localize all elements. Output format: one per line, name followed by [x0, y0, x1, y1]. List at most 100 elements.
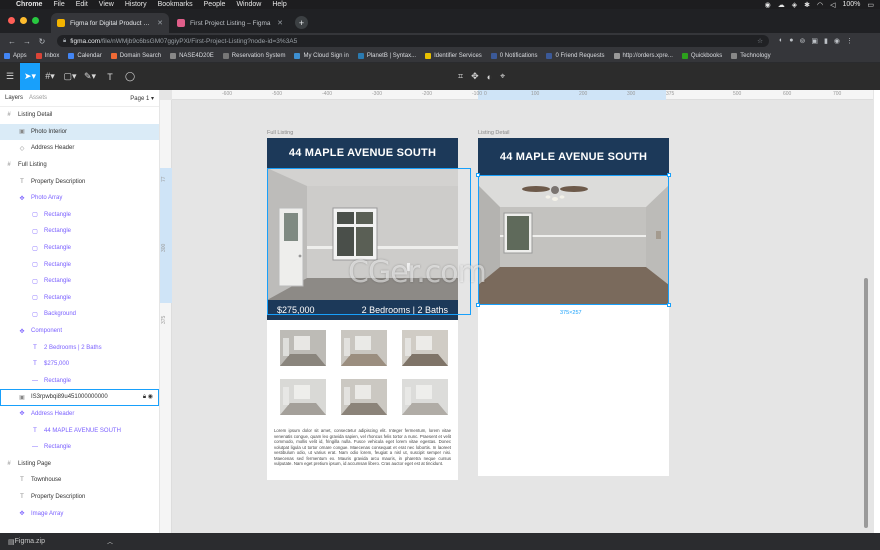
- layer-item[interactable]: ▢ Rectangle: [0, 207, 159, 224]
- bookmark-item[interactable]: Quickbooks: [681, 52, 722, 59]
- battery-percent[interactable]: 100%: [842, 1, 860, 8]
- mask-icon[interactable]: ◐: [487, 72, 492, 82]
- back-arrow-icon[interactable]: ←: [6, 37, 18, 46]
- menu-app-name[interactable]: Chrome: [16, 1, 42, 8]
- menu-file[interactable]: File: [53, 1, 64, 8]
- layer-item[interactable]: T Property Description: [0, 173, 159, 190]
- bookmark-item[interactable]: Inbox: [35, 52, 59, 59]
- tab-close-icon[interactable]: ✕: [157, 19, 163, 27]
- frame-selection-icon[interactable]: ⌗: [458, 71, 463, 82]
- layer-item[interactable]: ▢ Rectangle: [0, 290, 159, 307]
- beds-baths-text[interactable]: 2 Bedrooms | 2 Baths: [362, 305, 448, 315]
- property-description[interactable]: Lorem ipsum dolor sit amet, consectetur …: [274, 428, 451, 467]
- layer-item[interactable]: ▣ Photo Interior: [0, 123, 159, 141]
- extension-icon[interactable]: ▮: [824, 37, 828, 45]
- bookmark-item[interactable]: 0 Friend Requests: [546, 52, 605, 59]
- frame-full-listing[interactable]: 44 MAPLE AVENUE SOUTH $275,000 2 Bedroom…: [267, 138, 458, 480]
- layer-item[interactable]: T Property Description: [0, 489, 159, 506]
- layer-item[interactable]: ▢ Rectangle: [0, 273, 159, 290]
- tab-figma-course[interactable]: Figma for Digital Product Desig ✕: [51, 13, 169, 33]
- menu-people[interactable]: People: [204, 1, 226, 8]
- resize-handle[interactable]: [667, 303, 671, 307]
- tab-assets[interactable]: Assets: [29, 95, 47, 101]
- minimize-window-icon[interactable]: [20, 17, 27, 24]
- battery-icon[interactable]: ▭: [867, 1, 874, 9]
- layer-item[interactable]: T Townhouse: [0, 472, 159, 489]
- chevron-up-icon[interactable]: ︿: [107, 537, 113, 546]
- layer-item[interactable]: # Listing Page: [0, 455, 159, 472]
- photo-interior[interactable]: [478, 175, 669, 305]
- layer-item[interactable]: ▢ Rectangle: [0, 223, 159, 240]
- volume-icon[interactable]: ◁: [830, 1, 835, 9]
- design-canvas[interactable]: -600 -500 -400 -300 -200 -100 0 100 200 300 375 500…: [160, 90, 873, 533]
- bookmark-item[interactable]: PlanetB | Syntax...: [357, 52, 416, 59]
- menu-edit[interactable]: Edit: [76, 1, 88, 8]
- layer-item[interactable]: ▣ IS3rpwbqi89u451000000000 🔒︎ ◉: [0, 389, 159, 406]
- comment-tool-icon[interactable]: ◯: [120, 63, 140, 90]
- more-menu-icon[interactable]: ⋮: [846, 37, 853, 45]
- layer-item[interactable]: ▢ Rectangle: [0, 256, 159, 273]
- address-header[interactable]: 44 MAPLE AVENUE SOUTH: [267, 138, 458, 168]
- address-header[interactable]: 44 MAPLE AVENUE SOUTH: [478, 138, 669, 175]
- photo-thumbnail[interactable]: [341, 330, 387, 366]
- forward-arrow-icon[interactable]: →: [21, 37, 33, 46]
- close-window-icon[interactable]: [8, 17, 15, 24]
- layer-item[interactable]: ✥ Photo Array: [0, 190, 159, 207]
- bookmark-item[interactable]: http://orders.xpre...: [613, 52, 673, 59]
- url-input[interactable]: 🔒︎ figma.com /file/nWMjb9c6bsGM07ggiyPXl…: [57, 35, 769, 47]
- menu-history[interactable]: History: [125, 1, 147, 8]
- bookmark-item[interactable]: Apps: [4, 52, 27, 59]
- bookmark-item[interactable]: Identifier Services: [425, 52, 482, 59]
- tab-layers[interactable]: Layers: [5, 95, 23, 101]
- tab-first-project-listing[interactable]: First Project Listing – Figma ✕: [171, 13, 289, 33]
- lock-visibility-icon[interactable]: 🔒︎ ◉: [143, 393, 153, 401]
- extension-icon[interactable]: ●: [789, 37, 793, 45]
- text-tool-icon[interactable]: T: [100, 63, 120, 90]
- bookmark-item[interactable]: Technology: [731, 52, 771, 59]
- extension-icon[interactable]: ⊚: [799, 37, 805, 45]
- layer-item[interactable]: T 44 MAPLE AVENUE SOUTH: [0, 422, 159, 439]
- bluetooth-icon[interactable]: ✱: [804, 1, 810, 9]
- layer-item[interactable]: ✥ Address Header: [0, 406, 159, 423]
- dropbox-icon[interactable]: ◈: [792, 1, 797, 9]
- bookmark-item[interactable]: Calendar: [68, 52, 102, 59]
- menu-view[interactable]: View: [99, 1, 114, 8]
- extension-icon[interactable]: ◐: [779, 37, 783, 45]
- resize-handle[interactable]: [667, 173, 671, 177]
- download-file-icon[interactable]: ▤: [8, 538, 15, 546]
- shape-tool-icon[interactable]: ▢▾: [60, 63, 80, 90]
- frame-label-listing-detail[interactable]: Listing Detail: [478, 130, 510, 136]
- download-file-name[interactable]: Figma.zip: [15, 538, 45, 545]
- reload-icon[interactable]: ↻: [36, 37, 48, 46]
- photo-thumbnail[interactable]: [402, 330, 448, 366]
- bookmark-item[interactable]: NASE4D20E: [170, 52, 214, 59]
- menu-bookmarks[interactable]: Bookmarks: [158, 1, 193, 8]
- frame-listing-detail[interactable]: 44 MAPLE AVENUE SOUTH 375×257: [478, 138, 669, 476]
- frame-label-full-listing[interactable]: Full Listing: [267, 130, 293, 136]
- bookmark-star-icon[interactable]: ☆: [757, 37, 763, 45]
- photo-thumbnail[interactable]: [280, 330, 326, 366]
- crop-icon[interactable]: ⌖: [500, 71, 505, 82]
- price-bar[interactable]: $275,000 2 Bedrooms | 2 Baths: [267, 300, 458, 320]
- layer-item[interactable]: — Rectangle: [0, 373, 159, 390]
- component-icon[interactable]: ✥: [471, 71, 479, 82]
- bookmark-item[interactable]: My Cloud Sign in: [294, 52, 349, 59]
- layer-item[interactable]: ✥ Component: [0, 323, 159, 340]
- screen-share-icon[interactable]: ◉: [765, 1, 771, 9]
- extension-icon[interactable]: ▣: [811, 37, 818, 45]
- extension-icon[interactable]: ◉: [834, 37, 840, 45]
- layer-item[interactable]: ✥ Image Array: [0, 505, 159, 522]
- page-selector[interactable]: Page 1 ▾: [130, 95, 154, 102]
- move-tool-icon[interactable]: ➤▾: [20, 63, 40, 90]
- pen-tool-icon[interactable]: ✎▾: [80, 63, 100, 90]
- price-text[interactable]: $275,000: [277, 305, 315, 315]
- layer-item[interactable]: ▢ Background: [0, 306, 159, 323]
- layer-item[interactable]: # Listing Detail: [0, 107, 159, 124]
- layer-item[interactable]: # Full Listing: [0, 157, 159, 174]
- main-menu-icon[interactable]: ☰: [0, 63, 20, 90]
- layer-item[interactable]: ▢ Rectangle: [0, 240, 159, 257]
- menu-window[interactable]: Window: [236, 1, 261, 8]
- menu-help[interactable]: Help: [272, 1, 286, 8]
- new-tab-button[interactable]: +: [295, 16, 308, 29]
- layer-item[interactable]: T $275,000: [0, 356, 159, 373]
